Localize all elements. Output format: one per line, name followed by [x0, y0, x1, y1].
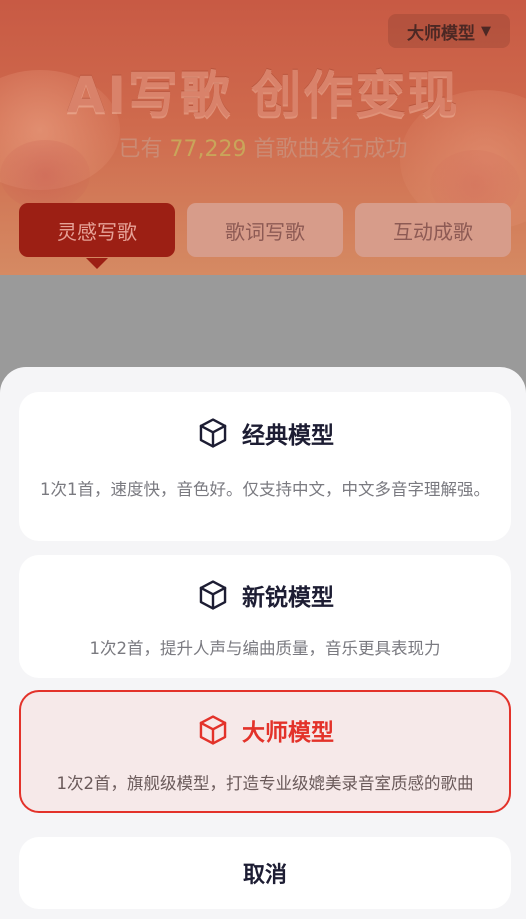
model-option-new[interactable]: 新锐模型 1次2首，提升人声与编曲质量，音乐更具表现力: [19, 555, 511, 678]
cube-icon: [199, 715, 227, 745]
subtitle-suffix: 首歌曲发行成功: [253, 137, 408, 162]
model-name: 大师模型: [242, 720, 334, 746]
model-title-row: 经典模型: [19, 416, 511, 450]
active-tab-pointer: [86, 258, 108, 269]
model-title-row: 大师模型: [21, 713, 509, 747]
model-switch-label: 大师模型: [407, 23, 475, 44]
model-option-master[interactable]: 大师模型 1次2首，旗舰级模型，打造专业级媲美录音室质感的歌曲: [19, 690, 511, 813]
model-description: 1次1首，速度快，音色好。仅支持中文，中文多音字理解强。: [40, 480, 490, 499]
hero-subtitle: 已有 77,229 首歌曲发行成功: [0, 131, 526, 163]
model-description: 1次2首，旗舰级模型，打造专业级媲美录音室质感的歌曲: [56, 774, 474, 793]
model-name: 新锐模型: [242, 585, 334, 611]
model-select-sheet: 经典模型 1次1首，速度快，音色好。仅支持中文，中文多音字理解强。 新锐模型 1…: [0, 367, 526, 919]
model-switch-button[interactable]: 大师模型 ▼: [388, 14, 510, 48]
subtitle-prefix: 已有: [118, 137, 163, 162]
tab-interactive[interactable]: 互动成歌: [355, 203, 511, 257]
model-option-classic[interactable]: 经典模型 1次1首，速度快，音色好。仅支持中文，中文多音字理解强。: [19, 392, 511, 541]
cancel-button[interactable]: 取消: [19, 837, 511, 909]
tab-lyrics[interactable]: 歌词写歌: [187, 203, 343, 257]
song-count: 77,229: [169, 137, 247, 162]
model-description: 1次2首，提升人声与编曲质量，音乐更具表现力: [89, 639, 441, 658]
triangle-down-icon: ▼: [481, 23, 491, 39]
model-name: 经典模型: [242, 423, 334, 449]
cube-icon: [199, 418, 227, 448]
hero-title: AI写歌 创作变现: [66, 66, 460, 124]
page-header: 大师模型 ▼ AI写歌 创作变现 已有 77,229 首歌曲发行成功 灵感写歌 …: [0, 0, 526, 275]
mode-tabs: 灵感写歌 歌词写歌 互动成歌: [19, 203, 511, 257]
cube-icon: [199, 580, 227, 610]
tab-inspiration[interactable]: 灵感写歌: [19, 203, 175, 257]
model-title-row: 新锐模型: [19, 578, 511, 612]
